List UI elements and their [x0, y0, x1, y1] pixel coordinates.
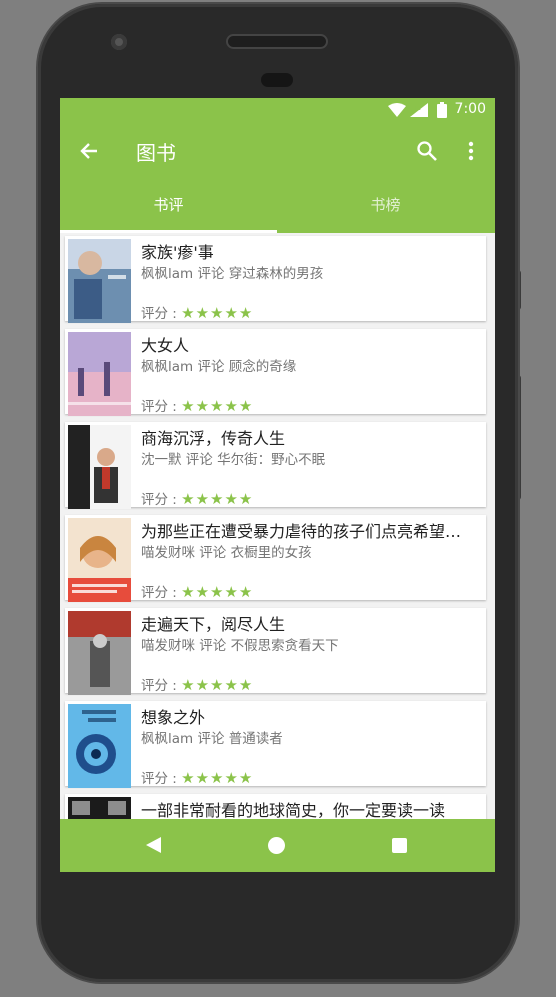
rating: 评分 : ★★★★★ — [141, 488, 253, 508]
review-title: 走遍天下，阅尽人生 — [141, 615, 286, 634]
search-icon[interactable] — [417, 141, 437, 161]
review-title: 家族'瘆'事 — [141, 243, 214, 262]
review-meta: 枫枫lam 评论 普通读者 — [141, 731, 283, 747]
back-arrow-icon[interactable] — [80, 142, 98, 160]
page-title: 图书 — [136, 141, 176, 165]
tab-book-charts[interactable]: 书榜 — [277, 178, 494, 233]
earpiece-speaker — [228, 36, 326, 47]
nav-back-icon[interactable] — [146, 837, 161, 853]
review-meta: 喵发财咪 评论 不假思索贪看天下 — [141, 638, 339, 654]
front-camera — [111, 34, 127, 50]
book-cover — [68, 797, 131, 819]
rating-label: 评分 : — [141, 306, 177, 322]
rating: 评分 : ★★★★★ — [141, 674, 253, 694]
star-rating: ★★★★★ — [181, 304, 254, 322]
svg-text:LTE: LTE — [411, 105, 421, 112]
proximity-sensor — [261, 73, 293, 87]
more-vert-icon[interactable] — [468, 141, 474, 161]
book-cover — [68, 332, 131, 416]
rating: 评分 : ★★★★★ — [141, 767, 253, 787]
review-title: 想象之外 — [141, 708, 206, 727]
navigation-bar — [60, 819, 495, 872]
book-cover — [68, 425, 131, 509]
review-meta: 枫枫lam 评论 顾念的奇缘 — [141, 359, 297, 375]
book-cover — [68, 239, 131, 323]
nav-home-icon[interactable] — [268, 837, 285, 854]
review-card[interactable]: 家族'瘆'事 枫枫lam 评论 穿过森林的男孩 评分 : ★★★★★ — [65, 236, 486, 323]
nav-recent-apps-icon[interactable] — [392, 838, 407, 853]
review-card[interactable]: 大女人 枫枫lam 评论 顾念的奇缘 评分 : ★★★★★ — [65, 329, 486, 416]
wifi-icon — [388, 103, 406, 117]
tab-book-reviews[interactable]: 书评 — [60, 178, 277, 233]
battery-icon — [437, 102, 447, 118]
star-rating: ★★★★★ — [181, 769, 254, 787]
rating: 评分 : ★★★★★ — [141, 581, 253, 601]
review-meta: 沈一默 评论 华尔街：野心不眠 — [141, 452, 326, 468]
rating-label: 评分 : — [141, 585, 177, 601]
book-cover — [68, 518, 131, 602]
review-title: 为那些正在遭受暴力虐待的孩子们点亮希望… — [141, 522, 462, 541]
star-rating: ★★★★★ — [181, 397, 254, 415]
screen: LTE 7:00 图书 书评 书榜 家族'瘆'事 枫枫lam 评论 穿过森林的男… — [60, 98, 495, 872]
status-bar: LTE 7:00 — [60, 98, 495, 123]
book-cover — [68, 704, 131, 788]
rating: 评分 : ★★★★★ — [141, 395, 253, 415]
star-rating: ★★★★★ — [181, 583, 254, 601]
signal-icon: LTE — [410, 103, 428, 117]
rating-label: 评分 : — [141, 399, 177, 415]
review-card[interactable]: 为那些正在遭受暴力虐待的孩子们点亮希望… 喵发财咪 评论 衣橱里的女孩 评分 :… — [65, 515, 486, 602]
review-meta: 枫枫lam 评论 穿过森林的男孩 — [141, 266, 324, 282]
status-time: 7:00 — [454, 101, 486, 117]
tab-bar: 书评 书榜 — [60, 178, 495, 233]
review-meta: 喵发财咪 评论 衣橱里的女孩 — [141, 545, 312, 561]
review-list[interactable]: 家族'瘆'事 枫枫lam 评论 穿过森林的男孩 评分 : ★★★★★ 大女人 枫… — [60, 233, 495, 819]
review-title: 大女人 — [141, 336, 190, 355]
review-title: 商海沉浮，传奇人生 — [141, 429, 286, 448]
review-card[interactable]: 走遍天下，阅尽人生 喵发财咪 评论 不假思索贪看天下 评分 : ★★★★★ — [65, 608, 486, 695]
book-cover — [68, 611, 131, 695]
review-card[interactable]: 商海沉浮，传奇人生 沈一默 评论 华尔街：野心不眠 评分 : ★★★★★ — [65, 422, 486, 509]
review-card[interactable]: 一部非常耐看的地球简史，你一定要读一读 — [65, 794, 486, 819]
rating: 评分 : ★★★★★ — [141, 302, 253, 322]
app-bar: 图书 — [60, 123, 495, 178]
star-rating: ★★★★★ — [181, 676, 254, 694]
star-rating: ★★★★★ — [181, 490, 254, 508]
rating-label: 评分 : — [141, 678, 177, 694]
rating-label: 评分 : — [141, 771, 177, 787]
rating-label: 评分 : — [141, 492, 177, 508]
review-title: 一部非常耐看的地球简史，你一定要读一读 — [141, 801, 446, 819]
review-card[interactable]: 想象之外 枫枫lam 评论 普通读者 评分 : ★★★★★ — [65, 701, 486, 788]
